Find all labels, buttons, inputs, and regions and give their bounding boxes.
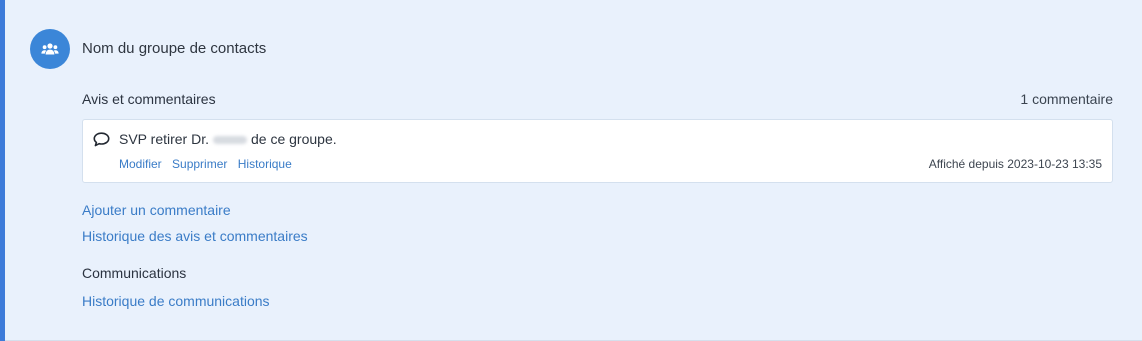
contact-group-panel: Nom du groupe de contacts Avis et commen… bbox=[0, 0, 1142, 341]
comment-count: 1 commentaire bbox=[1020, 91, 1113, 107]
comment-posted-date: Affiché depuis 2023-10-23 13:35 bbox=[928, 157, 1102, 171]
delete-comment-link[interactable]: Supprimer bbox=[172, 157, 227, 171]
redacted-name bbox=[213, 135, 247, 144]
comment-text-start: SVP retirer Dr. bbox=[119, 131, 209, 147]
speech-bubble-icon bbox=[93, 132, 110, 147]
comment-text-end: de ce groupe. bbox=[251, 131, 337, 147]
comment-text: SVP retirer Dr. de ce groupe. bbox=[119, 130, 337, 148]
edit-comment-link[interactable]: Modifier bbox=[119, 157, 162, 171]
comment-history-link[interactable]: Historique bbox=[238, 157, 292, 171]
comment-card: SVP retirer Dr. de ce groupe. Modifier Su… bbox=[82, 119, 1113, 183]
communications-history-link[interactable]: Historique de communications bbox=[82, 292, 270, 310]
add-comment-link[interactable]: Ajouter un commentaire bbox=[82, 201, 231, 219]
group-title: Nom du groupe de contacts bbox=[82, 40, 267, 57]
communications-heading: Communications bbox=[82, 265, 187, 281]
panel-accent-bar bbox=[0, 0, 5, 341]
comment-actions: Modifier Supprimer Historique bbox=[119, 156, 299, 172]
comments-history-link[interactable]: Historique des avis et commentaires bbox=[82, 227, 308, 245]
comments-heading: Avis et commentaires bbox=[82, 91, 216, 107]
people-icon bbox=[41, 43, 59, 55]
group-avatar bbox=[30, 29, 70, 69]
